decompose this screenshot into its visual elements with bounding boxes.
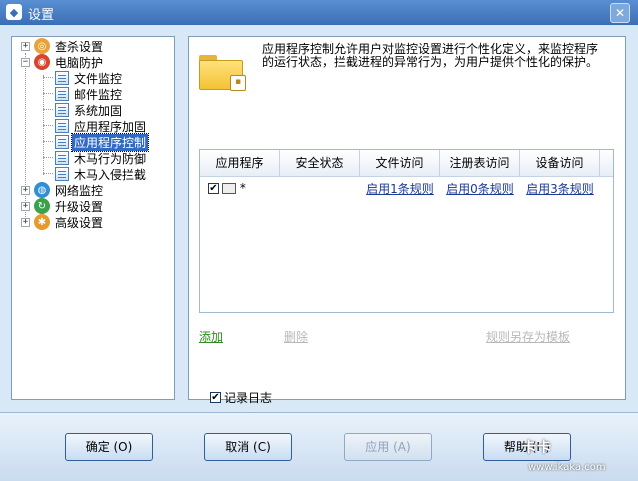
settings-tree: + ◎ 查杀设置 − ◉ 电脑防护 文件监控 邮件监控 系统加固 应用程序加固 …: [11, 36, 175, 400]
app-shield-icon: ◆: [6, 4, 22, 20]
tree-item-app-hardening[interactable]: 应用程序加固: [55, 118, 148, 134]
log-label: 记录日志: [224, 391, 273, 405]
tree-line: [43, 173, 53, 174]
content-area: + ◎ 查杀设置 − ◉ 电脑防护 文件监控 邮件监控 系统加固 应用程序加固 …: [0, 25, 638, 412]
tree-line: [43, 125, 53, 126]
window-title: 设置: [28, 8, 55, 23]
list-doc-icon: [55, 87, 69, 101]
tree-item-label: 文件监控: [74, 71, 123, 86]
list-doc-icon: [55, 119, 69, 133]
cancel-button[interactable]: 取消 (C): [204, 433, 292, 461]
tree-item-label: 应用程序控制: [70, 132, 150, 152]
globe-icon: ◍: [34, 182, 50, 198]
expand-icon[interactable]: +: [21, 201, 30, 211]
row-checkbox[interactable]: ✔: [208, 183, 219, 194]
collapse-icon[interactable]: −: [21, 57, 30, 67]
add-link[interactable]: 添加: [199, 328, 223, 345]
expand-icon[interactable]: +: [21, 217, 30, 227]
title-bar: ◆ 设置 ✕: [0, 0, 638, 26]
expand-icon[interactable]: +: [21, 185, 30, 195]
row-file-access: 启用1条规则: [360, 180, 440, 197]
gear-icon: ✱: [34, 214, 50, 230]
tree-item-label: 网络监控: [55, 183, 104, 198]
tree-item-mail-monitor[interactable]: 邮件监控: [55, 86, 124, 102]
tree-item-label: 高级设置: [55, 215, 104, 230]
device-rules-link[interactable]: 启用3条规则: [526, 182, 594, 196]
tree-item-label: 查杀设置: [55, 39, 104, 54]
tree-item-scan-settings[interactable]: + ◎ 查杀设置: [21, 38, 105, 54]
close-icon[interactable]: ✕: [610, 3, 630, 23]
column-header-device[interactable]: 设备访问: [520, 150, 600, 176]
watermark-logo: 卡卡: [522, 440, 552, 456]
tree-item-label: 木马入侵拦截: [74, 167, 147, 182]
list-doc-icon: [55, 135, 69, 149]
tree-item-update-settings[interactable]: + ↻ 升级设置: [21, 198, 105, 214]
tree-line: [43, 157, 53, 158]
tree-item-label: 升级设置: [55, 199, 104, 214]
row-app-name: *: [239, 181, 246, 195]
tree-item-trojan-intrusion[interactable]: 木马入侵拦截: [55, 166, 148, 182]
tree-line: [43, 141, 53, 142]
tree-item-system-hardening[interactable]: 系统加固: [55, 102, 124, 118]
column-header-file[interactable]: 文件访问: [360, 150, 440, 176]
ok-button[interactable]: 确定 (O): [65, 433, 153, 461]
tree-item-label: 系统加固: [74, 103, 123, 118]
list-doc-icon: [55, 71, 69, 85]
tree-item-label: 木马行为防御: [74, 151, 147, 166]
tree-item-pc-protection[interactable]: − ◉ 电脑防护: [21, 54, 105, 70]
tree-item-trojan-behavior[interactable]: 木马行为防御: [55, 150, 148, 166]
tree-item-advanced-settings[interactable]: + ✱ 高级设置: [21, 214, 105, 230]
log-checkbox[interactable]: ✔: [210, 392, 221, 403]
expand-icon[interactable]: +: [21, 41, 30, 51]
list-doc-icon: [55, 167, 69, 181]
tree-item-label: 电脑防护: [55, 55, 104, 70]
shield-icon: ◉: [34, 54, 50, 70]
list-doc-icon: [55, 103, 69, 117]
folder-icon: ▪: [199, 55, 246, 93]
row-device-access: 启用3条规则: [520, 180, 600, 197]
tree-item-label: 应用程序加固: [74, 119, 147, 134]
app-control-panel: ▪ 应用程序控制允许用户对监控设置进行个性化定义，来监控程序的运行状态，拦截进程…: [188, 36, 626, 405]
column-header-status[interactable]: 安全状态: [280, 150, 360, 176]
tree-item-label: 邮件监控: [74, 87, 123, 102]
settings-window: ◆ 设置 ✕ + ◎ 查杀设置 − ◉ 电脑防护 文件监控 邮件监控 系统加固 …: [0, 0, 638, 481]
tree-item-app-control[interactable]: 应用程序控制: [55, 132, 150, 152]
row-app-cell: ✔ *: [200, 181, 280, 195]
tree-line: [43, 109, 53, 110]
save-template-link[interactable]: 规则另存为模板: [486, 328, 570, 345]
table-header: 应用程序 安全状态 文件访问 注册表访问 设备访问: [200, 150, 613, 177]
list-doc-icon: [55, 151, 69, 165]
app-rules-table: 应用程序 安全状态 文件访问 注册表访问 设备访问 ✔ * 启用1条规则 启用0…: [199, 149, 614, 313]
scan-icon: ◎: [34, 38, 50, 54]
apply-button[interactable]: 应用 (A): [344, 433, 432, 461]
tree-item-file-monitor[interactable]: 文件监控: [55, 70, 124, 86]
tree-line: [43, 93, 53, 94]
registry-rules-link[interactable]: 启用0条规则: [446, 182, 514, 196]
column-header-registry[interactable]: 注册表访问: [440, 150, 520, 176]
row-registry-access: 启用0条规则: [440, 180, 520, 197]
app-window-icon: [222, 183, 236, 194]
tree-line: [43, 77, 53, 78]
table-row[interactable]: ✔ * 启用1条规则 启用0条规则 启用3条规则: [200, 178, 613, 198]
file-rules-link[interactable]: 启用1条规则: [366, 182, 434, 196]
update-icon: ↻: [34, 198, 50, 214]
log-checkbox-row[interactable]: ✔ 记录日志: [210, 389, 272, 406]
delete-link[interactable]: 删除: [284, 328, 308, 345]
panel-description: 应用程序控制允许用户对监控设置进行个性化定义，来监控程序的运行状态，拦截进程的异…: [262, 42, 599, 69]
column-header-app[interactable]: 应用程序: [200, 150, 280, 176]
tree-item-network-monitor[interactable]: + ◍ 网络监控: [21, 182, 105, 198]
watermark-url: www.ikaka.com: [528, 462, 606, 473]
